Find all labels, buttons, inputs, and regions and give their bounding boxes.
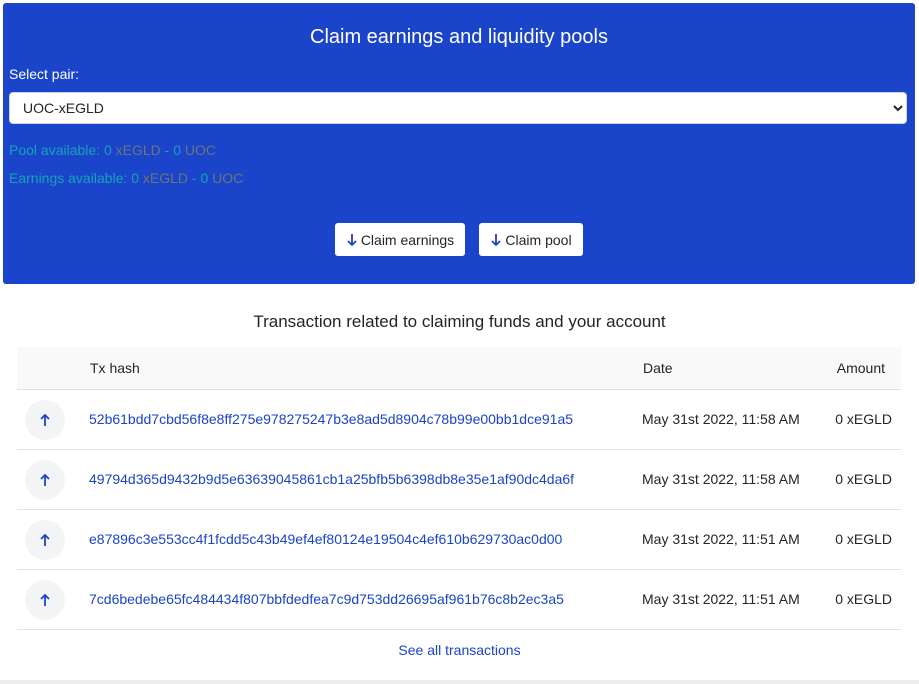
transactions-table: Tx hash Date Amount 52b61bdd7cbd56f8e8ff… [17,347,901,630]
arrow-up-icon [25,400,65,440]
arrow-down-icon [347,233,357,246]
earnings-uoc-unit: UOC [208,170,244,186]
earnings-available-label: Earnings available: [9,170,132,186]
tx-amount: 0 xEGLD [835,471,892,487]
column-header-amount: Amount [836,360,885,376]
pool-separator: - [160,142,174,158]
arrow-down-icon [491,233,502,246]
pool-egld-unit: xEGLD [111,142,161,158]
table-row: 7cd6bedebe65fc484434f807bbfdedfea7c9d753… [17,570,901,630]
claim-pool-button[interactable]: Claim pool [479,223,583,256]
table-row: e87896c3e553cc4f1fcdd5c43b49ef4ef80124e1… [17,510,901,570]
claim-earnings-button[interactable]: Claim earnings [335,223,465,256]
table-header: Tx hash Date Amount [17,347,901,390]
pool-uoc-value: 0 [173,142,182,158]
claim-panel: Claim earnings and liquidity pools Selec… [3,3,915,284]
pair-select-value: UOC-xEGLD [23,100,104,116]
tx-amount: 0 xEGLD [835,591,892,607]
earnings-available: Earnings available: 0 xEGLD - 0 UOC [9,170,243,186]
table-row: 52b61bdd7cbd56f8e8ff275e978275247b3e8ad5… [17,390,901,450]
claim-pool-label: Claim pool [505,231,572,248]
tx-hash-link[interactable]: 52b61bdd7cbd56f8e8ff275e978275247b3e8ad5… [89,411,573,427]
earnings-separator: - [188,170,201,186]
tx-hash-link[interactable]: 7cd6bedebe65fc484434f807bbfdedfea7c9d753… [89,591,564,607]
earnings-egld-value: 0 [131,170,139,186]
arrow-up-icon [25,460,65,500]
column-header-hash: Tx hash [90,360,140,376]
earnings-egld-unit: xEGLD [138,170,188,186]
tx-hash-link[interactable]: e87896c3e553cc4f1fcdd5c43b49ef4ef80124e1… [89,531,562,547]
tx-date: May 31st 2022, 11:58 AM [642,411,800,427]
table-row: 49794d365d9432b9d5e63639045861cb1a25bfb5… [17,450,901,510]
tx-amount: 0 xEGLD [835,411,892,427]
chevron-down-icon [893,105,903,112]
tx-date: May 31st 2022, 11:51 AM [642,591,800,607]
pair-select[interactable]: UOC-xEGLD [9,92,907,124]
arrow-up-icon [25,580,65,620]
see-all-transactions-link[interactable]: See all transactions [0,642,919,658]
tx-hash-link[interactable]: 49794d365d9432b9d5e63639045861cb1a25bfb5… [89,471,574,487]
panel-title: Claim earnings and liquidity pools [310,26,608,48]
page-bottom-divider [0,680,919,684]
column-header-date: Date [643,360,673,376]
select-pair-label: Select pair: [9,66,80,82]
tx-date: May 31st 2022, 11:51 AM [642,531,800,547]
pool-available: Pool available: 0 xEGLD - 0 UOC [9,142,216,158]
arrow-up-icon [25,520,65,560]
pool-egld-value: 0 [103,142,112,158]
pool-uoc-unit: UOC [181,142,217,158]
tx-amount: 0 xEGLD [835,531,892,547]
pool-available-label: Pool available: [9,142,104,158]
transactions-title: Transaction related to claiming funds an… [253,312,666,331]
claim-earnings-label: Claim earnings [360,231,455,248]
tx-date: May 31st 2022, 11:58 AM [642,471,800,487]
